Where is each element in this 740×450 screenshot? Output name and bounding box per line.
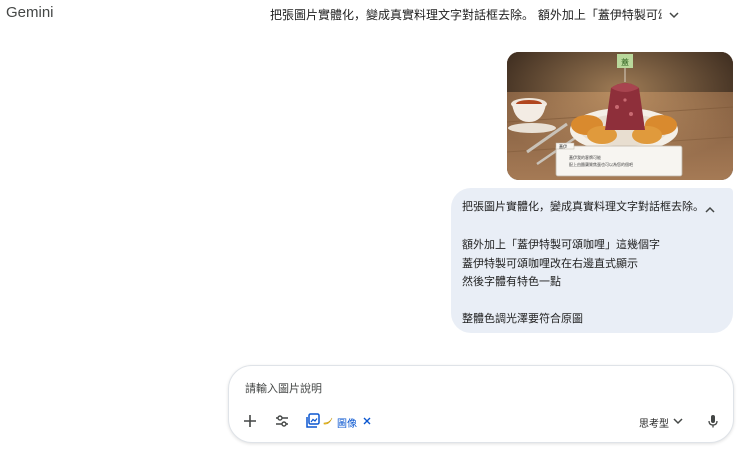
chevron-up-icon[interactable] [703, 202, 717, 216]
banana-icon [322, 415, 334, 427]
message-line: 把張圖片實體化，變成真實料理文字對話框去除。 [462, 200, 704, 213]
dialog-line: 配上由酪蘭質焦蛋也可以為您的個吧 [569, 162, 633, 167]
microphone-icon[interactable] [705, 413, 721, 429]
dialog-line: 蓋伊我的客牌可能 [569, 155, 601, 160]
message-line: 然後字體有特色一點 [462, 275, 561, 288]
svg-text:蓋: 蓋 [621, 57, 629, 67]
conversation-title[interactable]: 把張圖片實體化，變成真實料理文字對話框去除。 額外加上「蓋伊特製可頌咖哩... [270, 6, 662, 23]
message-line: 蓋伊特製可頌咖哩改在右邊直式顯示 [462, 257, 638, 270]
dialog-speaker: 蓋伊 [559, 144, 567, 149]
message-line: 額外加上「蓋伊特製可頌咖哩」這幾個字 [462, 238, 660, 251]
add-icon[interactable] [241, 412, 259, 430]
uploaded-image[interactable]: 蓋 [507, 52, 733, 180]
chevron-down-icon[interactable] [671, 414, 685, 428]
app-title[interactable]: Gemini [6, 4, 54, 21]
message-line: 整體色調光澤要符合原圖 [462, 312, 583, 325]
mode-selector[interactable]: 思考型 [639, 415, 669, 430]
chevron-down-icon[interactable] [666, 7, 682, 23]
prompt-input[interactable]: 請輸入圖片說明 [245, 380, 322, 396]
close-icon[interactable] [361, 415, 373, 427]
image-mode-chip-label[interactable]: 圖像 [337, 415, 357, 430]
image-gallery-icon[interactable] [304, 412, 322, 430]
tools-icon[interactable] [273, 412, 291, 430]
user-message-bubble: 把張圖片實體化，變成真實料理文字對話框去除。 額外加上「蓋伊特製可頌咖哩」這幾個… [451, 188, 733, 333]
prompt-composer: 請輸入圖片說明 圖像 思考型 [228, 365, 734, 443]
